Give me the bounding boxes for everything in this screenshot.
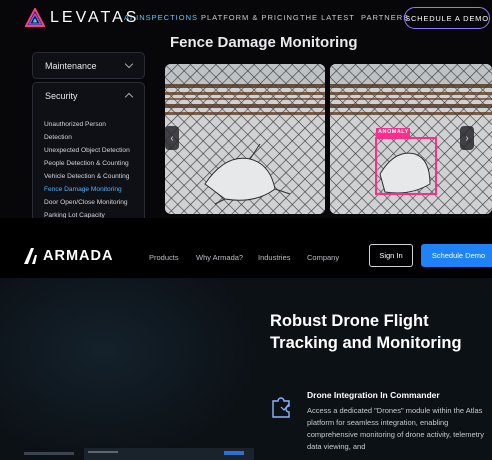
- hero-headline: Robust Drone Flight Tracking and Monitor…: [270, 312, 462, 352]
- carousel-next-button[interactable]: ›: [460, 126, 474, 150]
- nav-industries[interactable]: Industries: [258, 253, 291, 262]
- nav-the-latest[interactable]: THE LATEST: [300, 13, 355, 22]
- fence-image: [165, 64, 325, 214]
- security-list: Unauthorized Person Detection Unexpected…: [33, 108, 144, 218]
- feature-title: Drone Integration In Commander: [307, 390, 440, 400]
- security-label: Security: [45, 90, 78, 101]
- security-accordion-header[interactable]: Security: [33, 83, 144, 108]
- levatas-logo[interactable]: LEVATAS: [25, 8, 139, 28]
- schedule-a-demo-button[interactable]: SCHEDULE A DEMO: [404, 7, 490, 29]
- fence-photo-original: ‹: [165, 64, 325, 214]
- anomaly-label: ANOMALY: [378, 129, 409, 135]
- dashboard-preview: [24, 448, 254, 460]
- security-accordion[interactable]: Security Unauthorized Person Detection U…: [32, 82, 145, 218]
- nav-why-armada[interactable]: Why Armada?: [196, 253, 243, 262]
- chevron-right-icon: ›: [465, 132, 469, 144]
- armada-logo-icon: [24, 248, 37, 264]
- security-item-unauthorized-person[interactable]: Unauthorized Person Detection: [44, 118, 134, 144]
- nav-ai-inspections[interactable]: AI INSPECTIONS: [124, 13, 198, 22]
- nav-platform-pricing[interactable]: PLATFORM & PRICING: [201, 13, 300, 22]
- maintenance-label: Maintenance: [45, 60, 97, 71]
- levatas-section: LEVATAS AI INSPECTIONS PLATFORM & PRICIN…: [0, 0, 492, 218]
- maintenance-accordion[interactable]: Maintenance: [32, 52, 145, 79]
- chevron-left-icon: ‹: [170, 132, 174, 144]
- nav-products[interactable]: Products: [149, 253, 179, 262]
- security-item-parking-lot[interactable]: Parking Lot Capacity: [44, 209, 134, 218]
- armada-header: ARMADA Products Why Armada? Industries C…: [0, 218, 492, 278]
- schedule-demo-button[interactable]: Schedule Demo: [421, 244, 492, 267]
- sign-in-button[interactable]: Sign In: [369, 244, 413, 267]
- armada-section: ARMADA Products Why Armada? Industries C…: [0, 218, 492, 460]
- chevron-up-icon: [124, 92, 134, 102]
- armada-logo-text: ARMADA: [43, 248, 114, 264]
- chevron-down-icon: [124, 59, 134, 69]
- page-title: Fence Damage Monitoring: [170, 34, 358, 51]
- nav-company[interactable]: Company: [307, 253, 339, 262]
- armada-logo[interactable]: ARMADA: [24, 248, 113, 264]
- maintenance-accordion-header[interactable]: Maintenance: [33, 53, 144, 78]
- security-item-unexpected-object[interactable]: Unexpected Object Detection: [44, 144, 134, 157]
- security-item-door-open-close[interactable]: Door Open/Close Monitoring: [44, 196, 134, 209]
- carousel-prev-button[interactable]: ‹: [165, 126, 179, 150]
- levatas-logo-icon: [25, 8, 45, 27]
- levatas-header: LEVATAS AI INSPECTIONS PLATFORM & PRICIN…: [0, 0, 492, 36]
- feature-description: Access a dedicated "Drones" module withi…: [307, 406, 485, 451]
- security-item-vehicle-detection[interactable]: Vehicle Detection & Counting: [44, 170, 134, 183]
- security-item-people-detection[interactable]: People Detection & Counting: [44, 157, 134, 170]
- puzzle-icon: [272, 397, 290, 418]
- security-item-fence-damage[interactable]: Fence Damage Monitoring: [44, 183, 134, 196]
- nav-partners[interactable]: PARTNERS: [361, 13, 409, 22]
- fence-photo-anomaly: ANOMALY ›: [330, 64, 492, 214]
